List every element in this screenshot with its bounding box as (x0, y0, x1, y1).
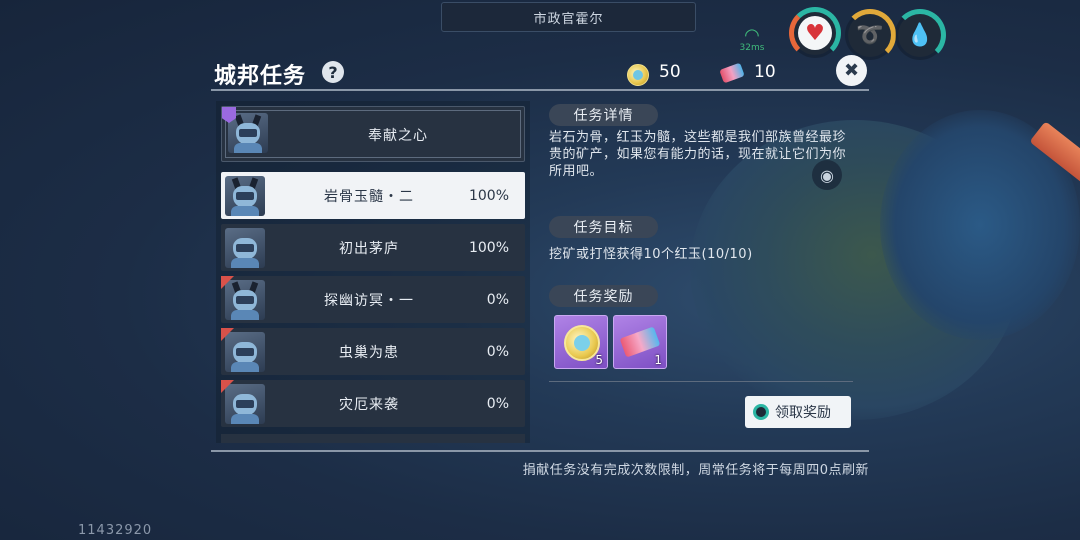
claim-icon (753, 404, 769, 420)
reward-item-ticket[interactable]: 1 (613, 315, 667, 369)
ticket-count: 10 (754, 62, 776, 82)
npc-avatar (225, 332, 265, 372)
section-goal-heading: 任务目标 (549, 216, 658, 238)
section-reward-heading: 任务奖励 (549, 285, 658, 307)
coin-icon (627, 64, 649, 86)
coin-count: 50 (659, 62, 681, 82)
quest-label: 探幽访冥・一 (324, 292, 414, 309)
claim-reward-button[interactable]: 领取奖励 (745, 396, 851, 428)
quest-item[interactable]: 岩骨玉髓・二 100% (221, 172, 525, 219)
quest-item[interactable]: 灾厄来袭 0% (221, 380, 525, 427)
quest-goal: 挖矿或打怪获得10个红玉(10/10) (549, 247, 753, 262)
ping-label: 32ms (739, 43, 765, 53)
thirst-indicator[interactable]: 💧 (894, 9, 946, 61)
page-title: 城邦任务 (214, 64, 307, 89)
quest-label: 奉献之心 (368, 128, 428, 144)
section-detail-heading: 任务详情 (549, 104, 658, 126)
npc-avatar (225, 176, 265, 216)
ticket-icon (719, 62, 745, 84)
npc-avatar (225, 228, 265, 268)
close-button[interactable]: ✖ (836, 55, 867, 86)
player-uid: 11432920 (78, 523, 153, 538)
quest-progress: 0% (486, 291, 509, 308)
quest-item-partial[interactable] (221, 434, 525, 443)
header-divider (211, 89, 869, 91)
quest-progress: 0% (486, 395, 509, 412)
quest-label: 虫巢为患 (339, 344, 399, 361)
quest-label: 初出茅庐 (339, 240, 399, 257)
network-status: ◠ 32ms (737, 27, 767, 54)
claim-reward-label: 领取奖励 (775, 405, 831, 421)
quest-progress: 100% (468, 187, 509, 204)
quest-label: 灾厄来袭 (339, 396, 399, 413)
help-icon[interactable]: ? (322, 61, 344, 83)
npc-avatar (225, 384, 265, 424)
npc-name-banner: 市政官霍尔 (441, 2, 696, 32)
quest-item[interactable]: 探幽访冥・一 0% (221, 276, 525, 323)
quest-list[interactable]: 奉献之心 岩骨玉髓・二 100% 初出茅庐 100% 探幽访冥・一 0% 虫巢为… (216, 101, 530, 443)
reward-quantity: 5 (595, 353, 603, 367)
health-indicator[interactable]: ♥ (789, 7, 841, 59)
reward-divider (549, 381, 853, 382)
npc-avatar (225, 280, 265, 320)
quest-label: 岩骨玉髓・二 (324, 188, 414, 205)
quest-item[interactable]: 初出茅庐 100% (221, 224, 525, 271)
quest-item-featured[interactable]: 奉献之心 (221, 106, 525, 162)
reward-item-coin[interactable]: 5 (554, 315, 608, 369)
quest-progress: 0% (486, 343, 509, 360)
refresh-notice: 捐献任务没有完成次数限制，周常任务将于每周四0点刷新 (522, 463, 869, 478)
quest-progress: 100% (468, 239, 509, 256)
hunger-indicator[interactable]: ➰ (844, 9, 896, 61)
quest-item[interactable]: 虫巢为患 0% (221, 328, 525, 375)
footer-divider (211, 450, 869, 452)
reward-quantity: 1 (654, 353, 662, 367)
eye-icon[interactable]: ◉ (812, 160, 842, 190)
